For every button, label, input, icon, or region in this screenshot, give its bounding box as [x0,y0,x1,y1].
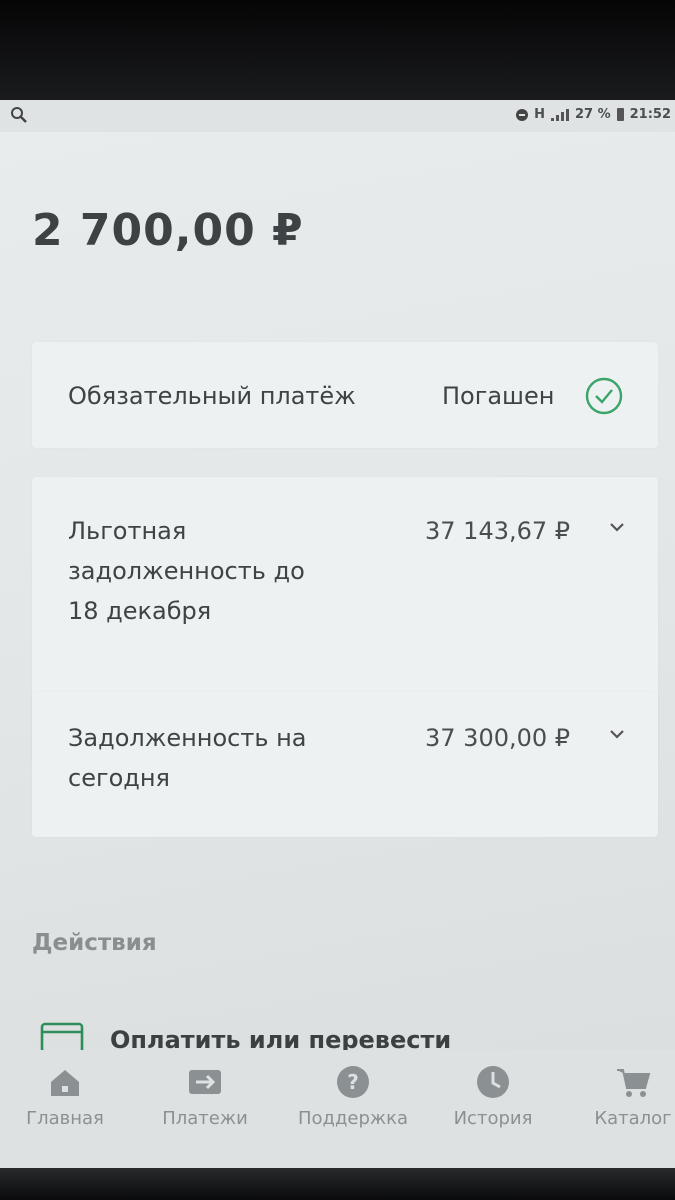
bottom-tab-bar: Главная Платежи ? Поддержка История Ката… [0,1050,675,1168]
tab-support[interactable]: ? Поддержка [288,1064,418,1129]
tab-catalog-label: Каталог [594,1108,672,1129]
debt-today-label: Задолженность на сегодня [68,724,307,792]
clock: 21:52 [629,107,671,122]
dnd-icon [516,108,529,121]
debt-today-card[interactable]: Задолженность на сегодня 37 300,00 ₽ [32,692,658,837]
status-indicators: H 27 % 21:52 [516,107,671,122]
cart-icon [617,1069,651,1097]
home-icon [51,1070,79,1096]
support-icon: ? [337,1066,369,1098]
chevron-down-icon[interactable] [608,728,626,740]
tab-payments[interactable]: Платежи [140,1064,270,1129]
device-top-bezel [0,0,675,100]
mandatory-payment-status: Погашен [442,382,555,410]
payments-icon [189,1070,221,1094]
check-circle-icon [585,377,623,415]
grace-debt-label: Льготная задолженность до 18 декабря [68,517,305,625]
tab-history-label: История [453,1108,533,1129]
tab-history[interactable]: История [428,1064,558,1129]
tab-support-label: Поддержка [297,1108,409,1129]
grace-debt-amount: 37 143,67 ₽ [425,517,571,545]
chevron-down-icon[interactable] [608,521,626,533]
network-type: H [534,107,545,122]
tab-catalog[interactable]: Каталог [568,1064,675,1129]
debt-today-amount: 37 300,00 ₽ [425,724,571,752]
tab-home[interactable]: Главная [0,1064,130,1129]
mandatory-payment-label: Обязательный платёж [68,382,356,410]
tab-payments-label: Платежи [162,1108,248,1129]
device-bottom-bezel [0,1168,675,1200]
battery-icon [616,108,624,121]
svg-text:?: ? [347,1070,359,1094]
battery-percent: 27 % [574,107,611,122]
search-icon[interactable] [10,106,28,124]
mandatory-payment-card: Обязательный платёж Погашен [32,342,658,448]
clock-icon [477,1066,509,1098]
actions-section-title: Действия [32,930,157,956]
signal-icon [550,108,569,121]
status-bar: H 27 % 21:52 [0,100,675,132]
account-balance: 2 700,00 ₽ [32,205,304,256]
app-screen: H 27 % 21:52 2 700,00 ₽ Обязательный пла… [0,100,675,1168]
tab-home-label: Главная [26,1108,104,1129]
